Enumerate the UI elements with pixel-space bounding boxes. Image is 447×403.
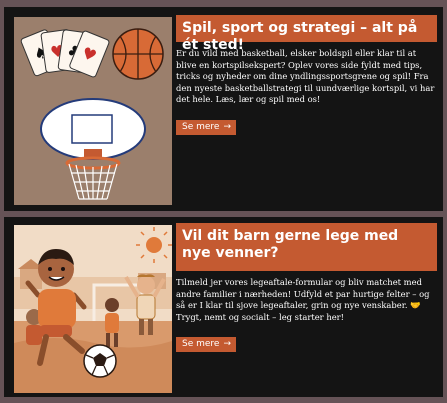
- card-title: Spil, sport og strategi – alt på ét sted…: [176, 15, 437, 53]
- read-more-button[interactable]: Se mere →: [176, 337, 237, 352]
- card-description: Tilmeld jer vores legeaftale-formular og…: [176, 277, 430, 322]
- arrow-right-icon: →: [223, 339, 232, 349]
- soccer-ball-icon: [83, 344, 117, 378]
- sports-games-illustration: ♠ ♥ ♣ ♥: [14, 17, 172, 205]
- article-card-sports: ♠ ♥ ♣ ♥ Spil, sport og strategi – alt på…: [4, 7, 443, 211]
- card-description: Er du vild med basketball, elsker boldsp…: [176, 48, 435, 105]
- read-more-label: Se mere: [182, 339, 220, 349]
- read-more-button[interactable]: Se mere →: [176, 120, 237, 135]
- basketball-hoop-icon: [40, 98, 146, 200]
- sun-icon: [146, 237, 162, 253]
- kids-soccer-illustration: [14, 225, 172, 393]
- arrow-right-icon: →: [223, 122, 232, 132]
- article-card-playdate: Vil dit barn gerne lege med nye venner? …: [4, 217, 443, 397]
- card-title: Vil dit barn gerne lege med nye venner?: [176, 223, 437, 271]
- basketball-icon: [112, 28, 164, 80]
- playing-cards-icon: ♠ ♥ ♣ ♥: [20, 29, 110, 78]
- read-more-label: Se mere: [182, 122, 220, 132]
